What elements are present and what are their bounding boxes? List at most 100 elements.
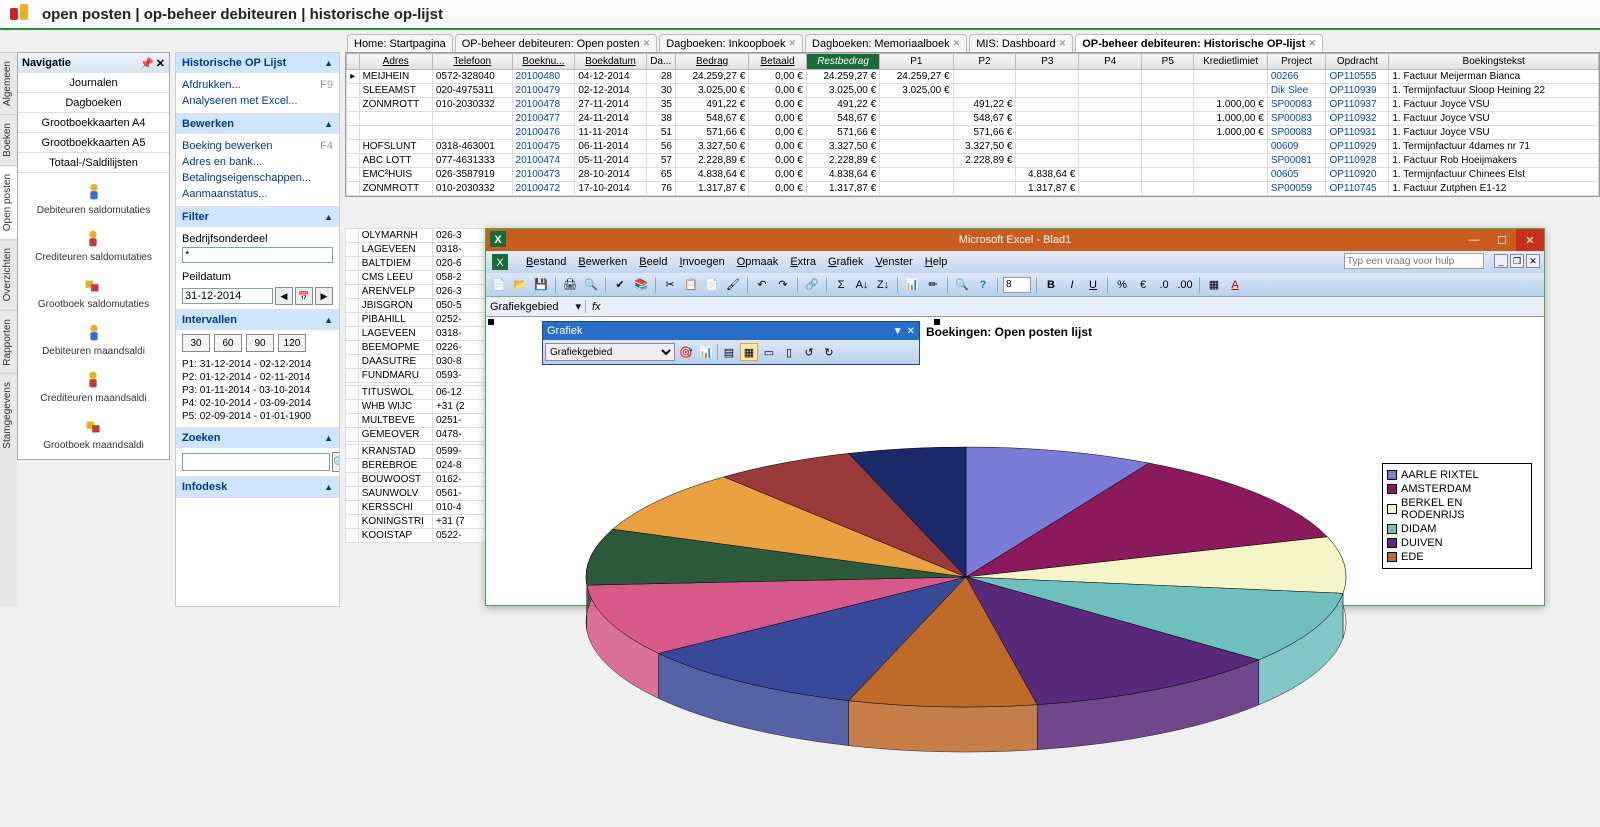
grid-cell[interactable]: 05-11-2014 xyxy=(575,154,646,168)
table-row[interactable]: ▸MEIJHEIN0572-3280402010048004-12-201428… xyxy=(347,70,1599,84)
undo-icon[interactable]: ↶ xyxy=(753,276,771,294)
grid-cell[interactable] xyxy=(1079,70,1142,84)
grid-cell[interactable]: MEIJHEIN xyxy=(359,70,432,84)
grid-cell[interactable]: 1.000,00 € xyxy=(1194,112,1267,126)
chart-toolbar[interactable]: Grafiek▼✕ Grafiekgebied 🎯 📊 ▤ ▦ ▭ ▯ ↺ ↻ xyxy=(542,321,920,365)
grid-cell[interactable]: SP00059 xyxy=(1267,182,1326,196)
link-analyseren[interactable]: Analyseren met Excel... xyxy=(182,93,333,109)
grid-cell[interactable]: 17-10-2014 xyxy=(575,182,646,196)
grid-cell[interactable]: 20100480 xyxy=(512,70,575,84)
grid-cell[interactable] xyxy=(1194,140,1267,154)
chart-type-icon[interactable]: 📊 xyxy=(697,343,715,361)
grid-cell[interactable] xyxy=(880,140,953,154)
grid-cell[interactable]: 1. Factuur Rob Hoeijmakers xyxy=(1389,154,1599,168)
nav-item-dagboeken[interactable]: Dagboeken xyxy=(18,93,169,113)
excel-menu-item[interactable]: Grafiek xyxy=(828,256,863,268)
grid-cell[interactable]: 4.838,64 € xyxy=(806,168,879,182)
nav-icon-gb-saldo[interactable]: Grootboek saldomutaties xyxy=(38,275,149,310)
chart-tb-close-icon[interactable]: ✕ xyxy=(907,326,915,337)
pie-chart[interactable] xyxy=(546,377,1386,827)
grid-cell[interactable]: 06-11-2014 xyxy=(575,140,646,154)
grid-cell[interactable]: 57 xyxy=(646,154,675,168)
grid-cell[interactable]: 548,67 € xyxy=(806,112,879,126)
zoom-icon[interactable]: 🔍 xyxy=(953,276,971,294)
grid-header[interactable]: Boekingstekst xyxy=(1389,54,1599,70)
cp-hdr-historische[interactable]: Historische OP Lijst▲ xyxy=(176,53,339,73)
grid-cell[interactable]: 24-11-2014 xyxy=(575,112,646,126)
grid-cell[interactable]: 0318-463001 xyxy=(432,140,512,154)
grid-cell[interactable]: 51 xyxy=(646,126,675,140)
excel-help-input[interactable] xyxy=(1344,253,1484,269)
grid-cell[interactable] xyxy=(1194,154,1267,168)
grid-cell[interactable] xyxy=(953,70,1016,84)
grid-cell[interactable]: 20100478 xyxy=(512,98,575,112)
legend-item[interactable]: AARLE RIXTEL xyxy=(1387,468,1527,482)
grid-cell[interactable] xyxy=(347,140,360,154)
cp-hdr-interval[interactable]: Intervallen▲ xyxy=(176,310,339,330)
dec-decimal-icon[interactable]: .00 xyxy=(1176,276,1194,294)
table-row[interactable]: KONINGSTRI+31 (7 xyxy=(346,515,486,529)
document-tab[interactable]: Dagboeken: Memoriaalboek✕ xyxy=(805,34,967,52)
grid-cell[interactable] xyxy=(1142,112,1194,126)
grid-header[interactable]: Da... xyxy=(646,54,675,70)
grid-cell[interactable]: OP110939 xyxy=(1326,84,1389,98)
grid-cell[interactable] xyxy=(1194,84,1267,98)
tab-close-icon[interactable]: ✕ xyxy=(1308,38,1316,49)
hyperlink-icon[interactable]: 🔗 xyxy=(803,276,821,294)
grid-cell[interactable]: 20100479 xyxy=(512,84,575,98)
table-row[interactable]: BEEMOPME0226- xyxy=(346,341,486,355)
grid-cell[interactable]: 1. Termijnfactuur Chinees Elst xyxy=(1389,168,1599,182)
grid-cell[interactable]: OP110928 xyxy=(1326,154,1389,168)
cp-hdr-filter[interactable]: Filter▲ xyxy=(176,207,339,227)
table-row[interactable]: ZONMROTT010-20303322010047217-10-2014761… xyxy=(347,182,1599,196)
table-row[interactable]: LAGEVEEN0318- xyxy=(346,327,486,341)
excel-menu-item[interactable]: Help xyxy=(925,256,948,268)
grid-cell[interactable]: EMC²HUIS xyxy=(359,168,432,182)
table-row[interactable]: 2010047611-11-201451571,66 €0,00 €571,66… xyxy=(347,126,1599,140)
grid-header[interactable]: Adres xyxy=(359,54,432,70)
print-icon[interactable]: 🖨 xyxy=(561,276,579,294)
grid-cell[interactable]: HOFSLUNT xyxy=(359,140,432,154)
table-row[interactable]: PIBAHILL0252- xyxy=(346,313,486,327)
tab-close-icon[interactable]: ✕ xyxy=(789,38,797,49)
currency-icon[interactable]: € xyxy=(1134,276,1152,294)
grid-cell[interactable] xyxy=(432,112,512,126)
grid-cell[interactable]: 4.838,64 € xyxy=(675,168,748,182)
grid-cell[interactable] xyxy=(880,168,953,182)
grid-cell[interactable]: 026-3587919 xyxy=(432,168,512,182)
grid-cell[interactable]: 35 xyxy=(646,98,675,112)
grid-cell[interactable] xyxy=(1142,98,1194,112)
grid-cell[interactable]: OP110932 xyxy=(1326,112,1389,126)
grid-cell[interactable]: 04-12-2014 xyxy=(575,70,646,84)
grid-cell[interactable]: Dik Slee xyxy=(1267,84,1326,98)
grid-header[interactable]: Bedrag xyxy=(675,54,748,70)
grid-cell[interactable] xyxy=(1079,168,1142,182)
nav-icon-cred-saldo[interactable]: Crediteuren saldomutaties xyxy=(35,228,152,263)
grid-cell[interactable] xyxy=(880,154,953,168)
link-aanmaan[interactable]: Aanmaanstatus... xyxy=(182,186,333,202)
grid-header[interactable]: P4 xyxy=(1079,54,1142,70)
grid-cell[interactable] xyxy=(347,98,360,112)
grid-cell[interactable]: 1.000,00 € xyxy=(1194,98,1267,112)
interval-120[interactable]: 120 xyxy=(278,334,306,352)
nav-icon-deb-saldo[interactable]: Debiteuren saldomutaties xyxy=(37,181,150,216)
grid-cell[interactable]: 571,66 € xyxy=(806,126,879,140)
cp-hdr-infodesk[interactable]: Infodesk▲ xyxy=(176,477,339,497)
grid-cell[interactable]: 20100472 xyxy=(512,182,575,196)
grid-cell[interactable]: SP00083 xyxy=(1267,98,1326,112)
legend-item[interactable]: EDE xyxy=(1387,550,1527,564)
fx-icon[interactable]: fx xyxy=(586,301,607,313)
grid-cell[interactable]: 11-11-2014 xyxy=(575,126,646,140)
grid-cell[interactable] xyxy=(1016,154,1079,168)
table-row[interactable]: ABC LOTT077-46313332010047405-11-2014572… xyxy=(347,154,1599,168)
new-icon[interactable]: 📄 xyxy=(490,276,508,294)
document-tab[interactable]: OP-beheer debiteuren: Historische OP-lij… xyxy=(1075,34,1323,52)
mdi-restore-button[interactable]: ❐ xyxy=(1510,254,1524,268)
grid-cell[interactable]: 20100473 xyxy=(512,168,575,182)
excel-menu-item[interactable]: Beeld xyxy=(639,256,667,268)
grid-header[interactable]: Project xyxy=(1267,54,1326,70)
redo-icon[interactable]: ↷ xyxy=(774,276,792,294)
grid-cell[interactable]: 1. Termijnfactuur 4dames nr 71 xyxy=(1389,140,1599,154)
table-row[interactable]: 2010047724-11-201438548,67 €0,00 €548,67… xyxy=(347,112,1599,126)
grid-cell[interactable] xyxy=(347,84,360,98)
